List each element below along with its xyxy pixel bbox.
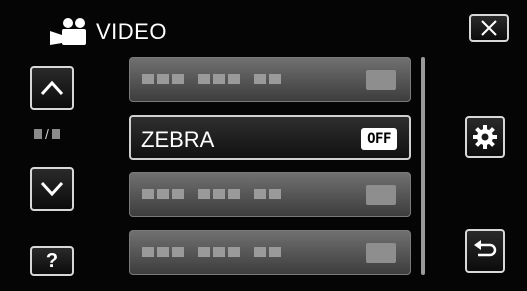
menu-item-4[interactable] [129, 230, 411, 275]
video-menu-screen: VIDEO / ? ZEBRA OFF [0, 0, 527, 291]
menu-item-label-placeholder [142, 189, 281, 199]
back-button[interactable] [465, 229, 505, 273]
help-label: ? [45, 250, 59, 272]
menu-item-label-placeholder [142, 247, 281, 257]
menu-item-label-placeholder [142, 74, 281, 84]
close-button[interactable] [469, 14, 509, 42]
scroll-down-button[interactable] [30, 167, 74, 211]
chevron-down-icon [40, 181, 64, 197]
status-badge: OFF [361, 128, 397, 150]
page-title: VIDEO [96, 19, 167, 44]
menu-item-value-placeholder [366, 70, 396, 90]
video-camera-icon [50, 18, 86, 45]
gear-icon [473, 125, 497, 149]
scrollbar[interactable] [421, 57, 425, 275]
menu-item-3[interactable] [129, 172, 411, 217]
menu-item-1[interactable] [129, 57, 411, 102]
menu-item-zebra[interactable]: ZEBRA OFF [129, 115, 411, 160]
menu-item-value-placeholder [366, 185, 396, 205]
return-icon [474, 240, 497, 257]
help-button[interactable]: ? [30, 246, 74, 276]
close-icon [481, 20, 497, 36]
chevron-up-icon [40, 80, 64, 96]
menu-item-label: ZEBRA [141, 127, 215, 152]
page-total-placeholder [51, 129, 60, 139]
scroll-up-button[interactable] [30, 66, 74, 110]
page-separator: / [45, 126, 49, 142]
settings-button[interactable] [465, 116, 505, 158]
page-indicator: / [34, 127, 74, 141]
page-current-placeholder [34, 129, 42, 139]
menu-item-value-placeholder [366, 243, 396, 263]
